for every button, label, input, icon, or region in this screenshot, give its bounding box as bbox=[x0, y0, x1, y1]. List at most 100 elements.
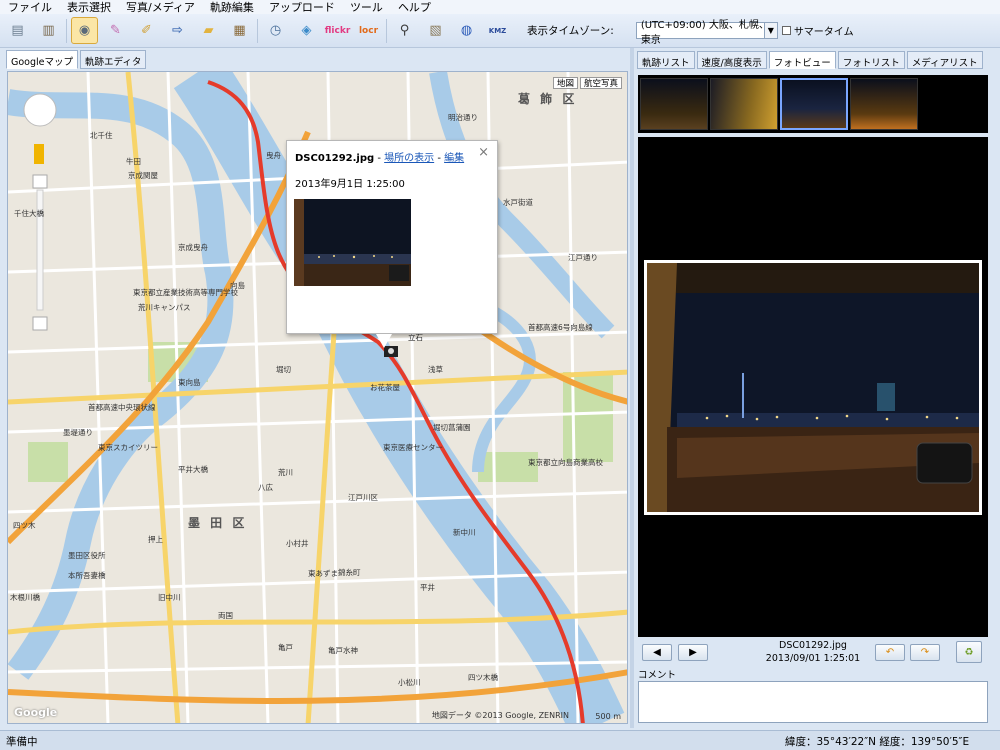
kmz-icon-button[interactable]: KMZ bbox=[484, 17, 511, 44]
import-icon-button[interactable]: ▥ bbox=[35, 17, 62, 44]
timezone-select[interactable]: (UTC+09:00) 大阪、札幌、東京 ▼ bbox=[635, 20, 778, 46]
tab-google-maps[interactable]: Googleマップ bbox=[6, 50, 79, 69]
folder-icon-button[interactable]: ▰ bbox=[195, 17, 222, 44]
map-place-label: 堀切菖蒲園 bbox=[433, 423, 471, 432]
flickr-icon-button[interactable]: flickr bbox=[324, 17, 351, 44]
map-place-label: 八広 bbox=[258, 483, 273, 492]
popup-separator: - bbox=[434, 153, 445, 164]
map-place-label: 荒川キャンパス bbox=[138, 303, 191, 312]
skytree-silhouette bbox=[742, 373, 744, 418]
status-bar: 準備中 緯度：35°43′22″N 経度：139°50′5″E bbox=[0, 730, 1000, 750]
open-icon-button[interactable]: ▤ bbox=[4, 17, 31, 44]
pegman-icon bbox=[34, 144, 44, 164]
thumbnail[interactable] bbox=[640, 78, 708, 130]
map-place-label: 亀戸 bbox=[278, 643, 293, 652]
locr-icon: locr bbox=[358, 25, 379, 36]
tab-photo-list[interactable]: フォトリスト bbox=[837, 51, 905, 69]
zoom-in-icon bbox=[32, 174, 48, 189]
import-icon: ▥ bbox=[42, 23, 55, 38]
pane-splitter[interactable] bbox=[630, 48, 634, 728]
thumbnail-selected[interactable] bbox=[780, 78, 848, 130]
map-place-label: 旧中川 bbox=[158, 593, 181, 602]
map-place-label: 千住大橋 bbox=[14, 209, 44, 218]
photo-viewer[interactable] bbox=[638, 137, 988, 637]
clock-icon-button[interactable]: ◷ bbox=[262, 17, 289, 44]
walker-icon-button[interactable]: ⚲ bbox=[391, 17, 418, 44]
google-earth-icon-button[interactable]: ◍ bbox=[453, 17, 480, 44]
picasa-icon-button[interactable]: ◈ bbox=[293, 17, 320, 44]
photo-nav-row: ◀ ▶ DSC01292.jpg 2013/09/01 1:25:01 ↶ ↷ … bbox=[638, 639, 988, 675]
menu-track-edit[interactable]: 軌跡編集 bbox=[210, 0, 254, 15]
menu-file[interactable]: ファイル bbox=[8, 0, 52, 15]
rotate-right-button[interactable]: ↷ bbox=[910, 644, 940, 661]
summer-time-checkbox[interactable] bbox=[781, 26, 791, 35]
chevron-down-icon[interactable]: ▼ bbox=[763, 23, 777, 38]
picasa-icon: ◈ bbox=[301, 23, 312, 38]
map-place-label: 亀戸水神 bbox=[328, 646, 358, 655]
map-place-label: 平井大橋 bbox=[178, 465, 208, 474]
right-tab-strip: 軌跡リスト 速度/高度表示 フォトビュー フォトリスト メディアリスト bbox=[637, 51, 983, 69]
map-place-label: 荒川 bbox=[278, 468, 293, 477]
edit-link[interactable]: 編集 bbox=[444, 153, 464, 164]
left-tab-strip: Googleマップ 軌跡エディタ bbox=[6, 50, 147, 69]
map-place-label: 東向島 bbox=[178, 378, 201, 387]
pen-icon-button[interactable]: ✎ bbox=[102, 17, 129, 44]
menu-upload[interactable]: アップロード bbox=[269, 0, 335, 15]
toolbar-separator bbox=[386, 18, 387, 43]
locr-icon-button[interactable]: locr bbox=[355, 17, 382, 44]
popup-thumbnail[interactable] bbox=[294, 199, 411, 286]
map-place-label: 木根川橋 bbox=[10, 593, 40, 602]
map-scale: 500 m bbox=[595, 712, 621, 721]
rotate-left-button[interactable]: ↶ bbox=[875, 644, 905, 661]
comment-field[interactable] bbox=[638, 681, 988, 723]
popup-tail bbox=[376, 334, 392, 348]
photos-icon-button[interactable]: ▦ bbox=[226, 17, 253, 44]
delete-button[interactable]: ♻ bbox=[956, 641, 982, 663]
tab-media-list[interactable]: メディアリスト bbox=[906, 51, 983, 69]
map-place-label: 小村井 bbox=[286, 539, 309, 548]
summer-time-option[interactable]: サマータイム bbox=[781, 23, 854, 38]
map-place-label: 東京都立向島商業高校 bbox=[528, 458, 603, 467]
menu-view[interactable]: 表示選択 bbox=[67, 0, 111, 15]
google-earth-icon: ◍ bbox=[460, 23, 473, 38]
map-place-label: 北千住 bbox=[90, 131, 113, 140]
export-icon-button[interactable]: ⇨ bbox=[164, 17, 191, 44]
brush-icon-button[interactable]: ✐ bbox=[133, 17, 160, 44]
park-area bbox=[563, 372, 613, 462]
kmz-icon: KMZ bbox=[488, 26, 507, 35]
status-text: 準備中 bbox=[6, 736, 38, 748]
book-icon-button[interactable]: ▧ bbox=[422, 17, 449, 44]
timezone-label: 表示タイムゾーン: bbox=[527, 25, 614, 37]
map-place-label: 首都高速中央環状線 bbox=[88, 403, 156, 412]
thumbnail[interactable] bbox=[710, 78, 778, 130]
thumbnail[interactable] bbox=[850, 78, 918, 130]
tab-track-editor[interactable]: 軌跡エディタ bbox=[80, 50, 147, 69]
menu-photo-media[interactable]: 写真/メディア bbox=[126, 0, 195, 15]
export-icon: ⇨ bbox=[172, 23, 183, 38]
show-location-link[interactable]: 場所の表示 bbox=[384, 153, 434, 164]
thumbnail-strip[interactable] bbox=[638, 75, 988, 133]
map-type-map-button[interactable]: 地図 bbox=[553, 77, 579, 89]
map-pane[interactable]: 地図 航空写真 葛 飾 区 墨 田 区 千住大橋 北千住 京成関屋 牛田 東京都立産業技… bbox=[7, 71, 628, 724]
map-place-label: 東京都立産業技術高等専門学校 bbox=[133, 288, 238, 297]
walker-icon: ⚲ bbox=[399, 23, 410, 38]
map-type-satellite-button[interactable]: 航空写真 bbox=[580, 77, 623, 89]
popup-filename: DSC01292.jpg bbox=[295, 153, 375, 164]
ward-label-katsushika: 葛 飾 区 bbox=[518, 92, 578, 106]
folder-icon: ▰ bbox=[203, 23, 214, 38]
map-place-label: 錦糸町 bbox=[338, 568, 361, 577]
photo-map-icon-button[interactable]: ◉ bbox=[71, 17, 98, 44]
tab-photo-view[interactable]: フォトビュー bbox=[768, 51, 836, 69]
map-place-label: 明治通り bbox=[448, 113, 478, 122]
map-place-label: 水戸街道 bbox=[503, 198, 533, 207]
photos-icon: ▦ bbox=[233, 23, 246, 38]
photo-display bbox=[644, 260, 982, 515]
map-place-label: 新中川 bbox=[453, 528, 476, 537]
menu-help[interactable]: ヘルプ bbox=[398, 0, 431, 15]
tab-speed-altitude[interactable]: 速度/高度表示 bbox=[696, 51, 767, 69]
park-area bbox=[28, 442, 68, 482]
tab-track-list[interactable]: 軌跡リスト bbox=[637, 51, 695, 69]
close-icon[interactable]: × bbox=[478, 145, 489, 160]
map-place-label: 墨堤通り bbox=[63, 428, 93, 437]
menu-tools[interactable]: ツール bbox=[350, 0, 383, 15]
